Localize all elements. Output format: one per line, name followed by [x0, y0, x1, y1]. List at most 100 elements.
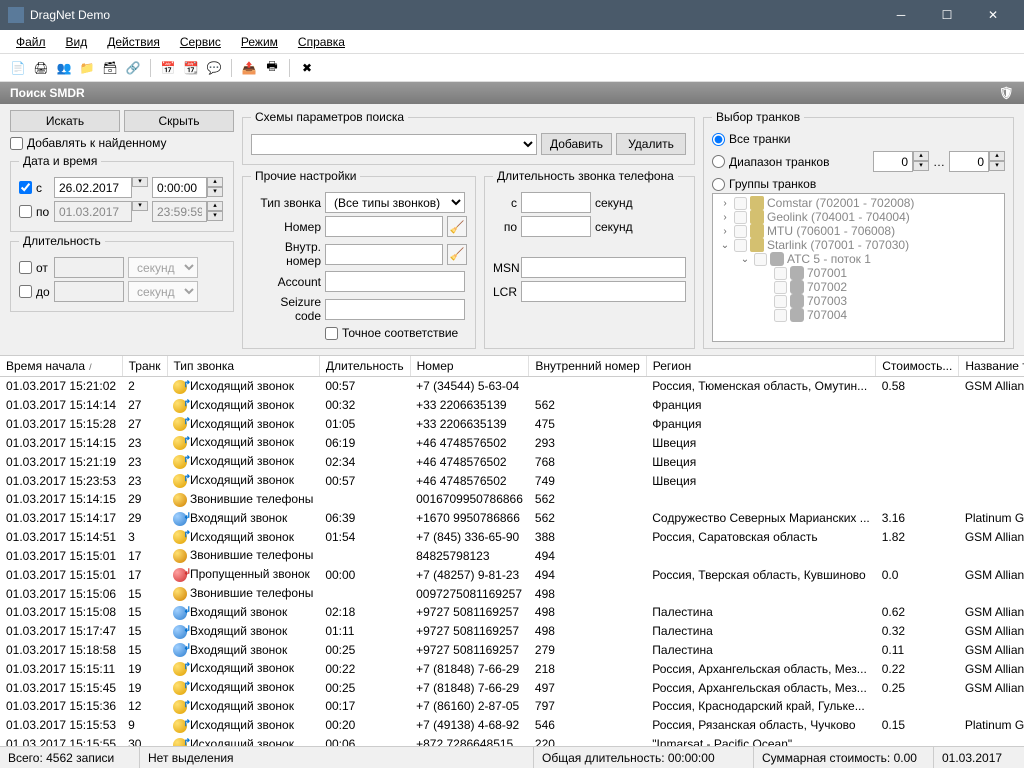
- account-input[interactable]: [325, 271, 465, 292]
- maximize-button[interactable]: ☐: [924, 0, 970, 30]
- date-to-input[interactable]: [54, 201, 132, 222]
- table-row[interactable]: 01.03.2017 15:15:3612↱Исходящий звонок00…: [0, 697, 1024, 716]
- trunk-tree[interactable]: ›Comstar (702001 - 702008)›Geolink (7040…: [712, 193, 1005, 342]
- date-from-input[interactable]: [54, 177, 132, 198]
- date-from-up[interactable]: ▾: [132, 177, 148, 187]
- pdur-from-input[interactable]: [521, 192, 591, 213]
- trunks-all-radio[interactable]: Все транки: [712, 132, 1005, 146]
- time-to-up[interactable]: ▴: [207, 201, 223, 211]
- tool-new-icon[interactable]: 📄: [8, 58, 28, 78]
- date-to-dd[interactable]: ▾: [132, 201, 148, 211]
- table-row[interactable]: 01.03.2017 15:15:0615Звонившие телефоны0…: [0, 584, 1024, 603]
- time-from-up[interactable]: ▴: [207, 177, 223, 187]
- tool-folder-icon[interactable]: 📁: [77, 58, 97, 78]
- exact-checkbox[interactable]: Точное соответствие: [325, 326, 467, 340]
- close-button[interactable]: ✕: [970, 0, 1016, 30]
- tree-item[interactable]: 707002: [715, 280, 1002, 294]
- tree-item[interactable]: ⌄Starlink (707001 - 707030): [715, 238, 1002, 252]
- tree-item[interactable]: 707004: [715, 308, 1002, 322]
- seizure-input[interactable]: [325, 299, 465, 320]
- time-to-input[interactable]: [152, 201, 207, 222]
- search-button[interactable]: Искать: [10, 110, 120, 132]
- table-row[interactable]: 01.03.2017 15:15:1119↱Исходящий звонок00…: [0, 659, 1024, 678]
- tree-item[interactable]: ⌄АТС 5 - поток 1: [715, 252, 1002, 266]
- msn-input[interactable]: [521, 257, 686, 278]
- menu-view[interactable]: Вид: [58, 33, 96, 51]
- tool-export-icon[interactable]: 📤: [239, 58, 259, 78]
- table-row[interactable]: 01.03.2017 15:15:0117↲Пропущенный звонок…: [0, 565, 1024, 584]
- table-row[interactable]: 01.03.2017 15:21:1923↱Исходящий звонок02…: [0, 452, 1024, 471]
- table-row[interactable]: 01.03.2017 15:17:4715↲Входящий звонок01:…: [0, 622, 1024, 641]
- menu-help[interactable]: Справка: [290, 33, 353, 51]
- table-row[interactable]: 01.03.2017 15:15:539↱Исходящий звонок00:…: [0, 716, 1024, 735]
- column-header[interactable]: Стоимость...: [876, 356, 959, 377]
- table-row[interactable]: 01.03.2017 15:15:0815↲Входящий звонок02:…: [0, 603, 1024, 622]
- tool-balloon-icon[interactable]: 💬: [204, 58, 224, 78]
- dur-to-checkbox[interactable]: [19, 285, 32, 298]
- table-row[interactable]: 01.03.2017 15:21:022↱Исходящий звонок00:…: [0, 377, 1024, 396]
- column-header[interactable]: Время начала/: [0, 356, 122, 377]
- dur-from-unit[interactable]: секунд: [128, 257, 198, 278]
- dur-from-input[interactable]: [54, 257, 124, 278]
- hide-button[interactable]: Скрыть: [124, 110, 234, 132]
- ext-input[interactable]: [325, 244, 443, 265]
- header-badge-icon[interactable]: 🛡: [999, 86, 1014, 100]
- tool-cal1-icon[interactable]: 📅: [158, 58, 178, 78]
- time-from-down[interactable]: ▾: [207, 187, 223, 197]
- ext-clear-icon[interactable]: 🧹: [447, 244, 467, 265]
- column-header[interactable]: Название тарифа: [959, 356, 1024, 377]
- calltype-select[interactable]: (Все типы звонков): [325, 192, 465, 213]
- tool-link-icon[interactable]: 🔗: [123, 58, 143, 78]
- table-row[interactable]: 01.03.2017 15:14:1523↱Исходящий звонок06…: [0, 433, 1024, 452]
- tree-item[interactable]: 707001: [715, 266, 1002, 280]
- table-row[interactable]: 01.03.2017 15:15:0117Звонившие телефоны8…: [0, 546, 1024, 565]
- table-row[interactable]: 01.03.2017 15:14:513↱Исходящий звонок01:…: [0, 528, 1024, 547]
- results-grid[interactable]: Время начала/ТранкТип звонкаДлительность…: [0, 355, 1024, 746]
- menu-file[interactable]: Файл: [8, 33, 54, 51]
- trunks-range-radio[interactable]: Диапазон транков: [712, 155, 829, 169]
- tool-print2-icon[interactable]: 🖶: [262, 58, 282, 78]
- column-header[interactable]: Внутренний номер: [529, 356, 646, 377]
- tool-print-icon[interactable]: 🖨: [31, 58, 51, 78]
- table-row[interactable]: 01.03.2017 15:14:1427↱Исходящий звонок00…: [0, 396, 1024, 415]
- column-header[interactable]: Тип звонка: [167, 356, 319, 377]
- column-header[interactable]: Номер: [410, 356, 529, 377]
- table-row[interactable]: 01.03.2017 15:15:5530↱Исходящий звонок00…: [0, 735, 1024, 746]
- minimize-button[interactable]: ─: [878, 0, 924, 30]
- column-header[interactable]: Длительность: [319, 356, 410, 377]
- table-row[interactable]: 01.03.2017 15:15:4519↱Исходящий звонок00…: [0, 678, 1024, 697]
- tree-item[interactable]: 707003: [715, 294, 1002, 308]
- menu-service[interactable]: Сервис: [172, 33, 229, 51]
- table-row[interactable]: 01.03.2017 15:18:5815↲Входящий звонок00:…: [0, 641, 1024, 660]
- column-header[interactable]: Транк: [122, 356, 167, 377]
- scheme-select[interactable]: [251, 134, 537, 155]
- tool-settings-icon[interactable]: ✖: [297, 58, 317, 78]
- tool-db-icon[interactable]: 🗃: [100, 58, 120, 78]
- table-row[interactable]: 01.03.2017 15:15:2827↱Исходящий звонок01…: [0, 415, 1024, 434]
- table-row[interactable]: 01.03.2017 15:23:5323↱Исходящий звонок00…: [0, 471, 1024, 490]
- menu-actions[interactable]: Действия: [99, 33, 168, 51]
- number-clear-icon[interactable]: 🧹: [447, 216, 467, 237]
- scheme-add-button[interactable]: Добавить: [541, 133, 612, 155]
- tree-item[interactable]: ›Comstar (702001 - 702008): [715, 196, 1002, 210]
- dur-to-unit[interactable]: секунд: [128, 281, 198, 302]
- column-header[interactable]: Регион: [646, 356, 875, 377]
- date-to-checkbox[interactable]: [19, 205, 32, 218]
- time-from-input[interactable]: [152, 177, 207, 198]
- tool-cal2-icon[interactable]: 📆: [181, 58, 201, 78]
- tree-item[interactable]: ›MTU (706001 - 706008): [715, 224, 1002, 238]
- date-from-checkbox[interactable]: [19, 181, 32, 194]
- trunks-groups-radio[interactable]: Группы транков: [712, 177, 1005, 191]
- menu-mode[interactable]: Режим: [233, 33, 286, 51]
- time-to-down[interactable]: ▾: [207, 211, 223, 221]
- table-row[interactable]: 01.03.2017 15:14:1729↲Входящий звонок06:…: [0, 509, 1024, 528]
- lcr-input[interactable]: [521, 281, 686, 302]
- trunk-range-from[interactable]: [873, 151, 913, 172]
- dur-from-checkbox[interactable]: [19, 261, 32, 274]
- append-checkbox[interactable]: Добавлять к найденному: [10, 136, 234, 150]
- table-row[interactable]: 01.03.2017 15:14:1529Звонившие телефоны0…: [0, 490, 1024, 509]
- dur-to-input[interactable]: [54, 281, 124, 302]
- scheme-delete-button[interactable]: Удалить: [616, 133, 686, 155]
- trunk-range-to[interactable]: [949, 151, 989, 172]
- number-input[interactable]: [325, 216, 443, 237]
